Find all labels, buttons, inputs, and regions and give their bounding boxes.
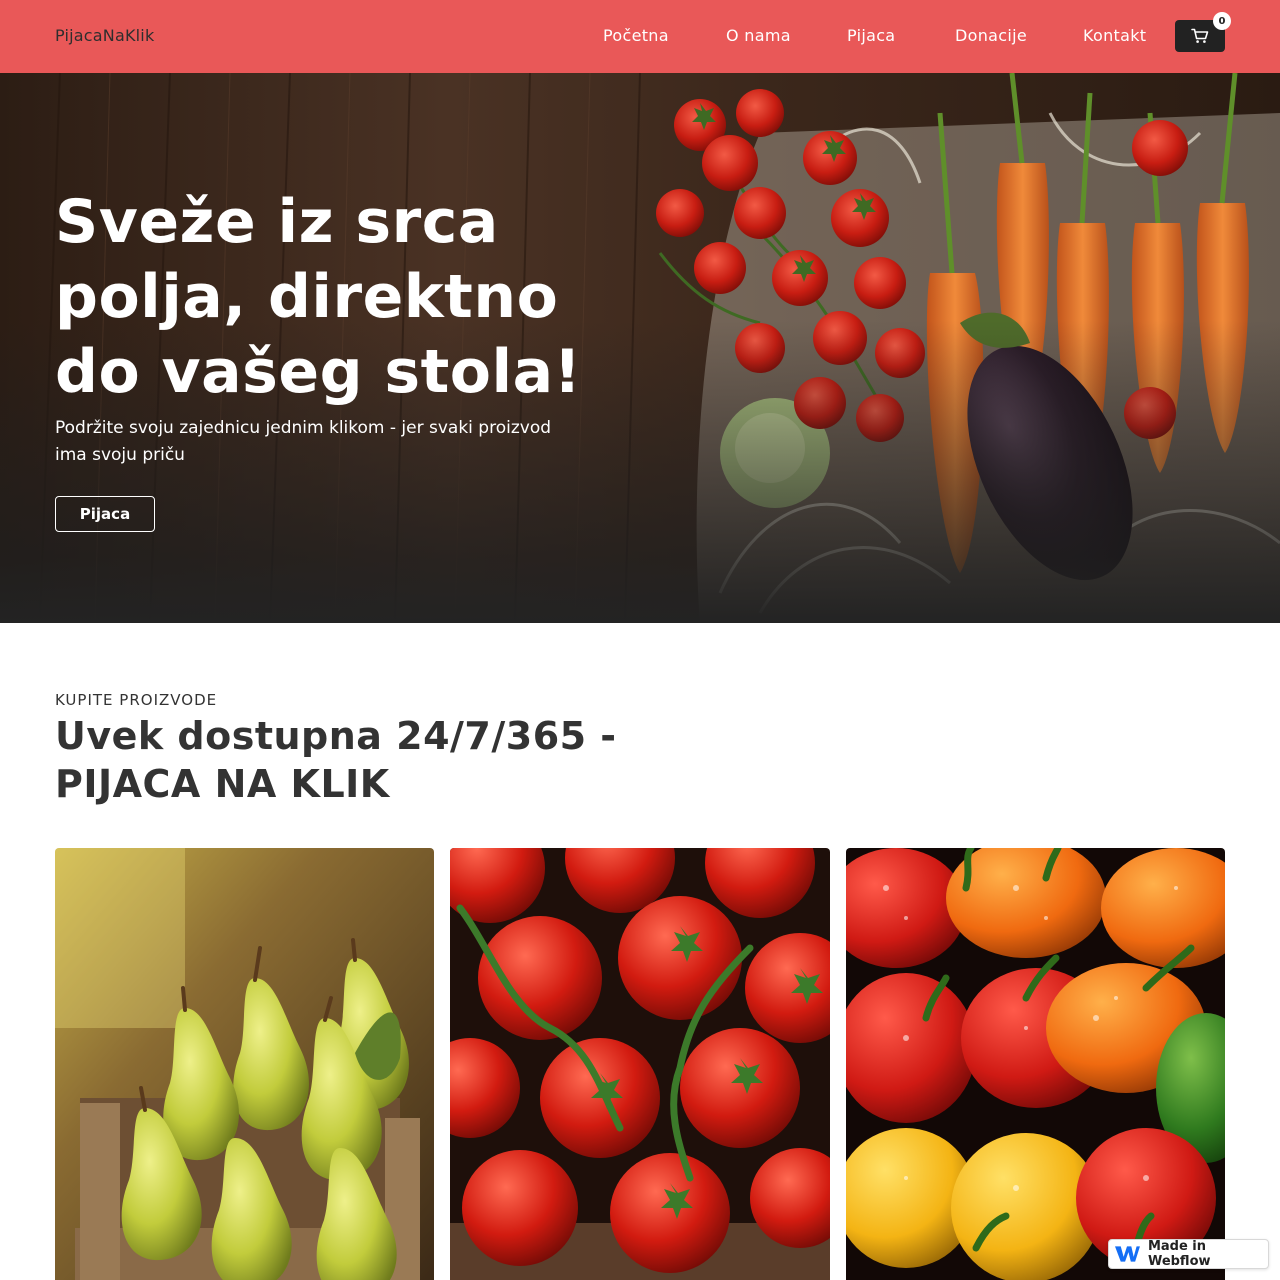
webflow-logo-icon [1115, 1246, 1140, 1262]
pears-image [55, 848, 434, 1280]
made-in-webflow-badge[interactable]: Made in Webflow [1108, 1239, 1269, 1269]
hero-subtitle-line: ima svoju priču [55, 445, 185, 465]
product-card-tomatoes[interactable] [450, 848, 830, 1280]
hero-title-line: do vašeg stola! [55, 337, 582, 407]
hero-subtitle: Podržite svoju zajednicu jednim klikom -… [55, 415, 575, 469]
hero-title-line: polja, direktno [55, 262, 559, 332]
navbar: PijacaNaKlik Početna O nama Pijaca Donac… [0, 0, 1280, 73]
section-eyebrow: KUPITE PROIZVODE [55, 691, 218, 709]
nav-link-pijaca[interactable]: Pijaca [847, 26, 895, 45]
product-card-peppers[interactable] [846, 848, 1225, 1280]
product-card-pears[interactable] [55, 848, 434, 1280]
section-title-line: Uvek dostupna 24/7/365 - [55, 714, 617, 758]
cart-icon [1191, 28, 1209, 43]
hero-section: Sveže iz srca polja, direktno do vašeg s… [0, 73, 1280, 623]
section-title-line: PIJACA NA KLIK [55, 762, 390, 806]
nav-link-o-nama[interactable]: O nama [726, 26, 791, 45]
nav-link-kontakt[interactable]: Kontakt [1083, 26, 1146, 45]
peppers-image [846, 848, 1225, 1280]
hero-title-line: Sveže iz srca [55, 187, 499, 257]
hero-title: Sveže iz srca polja, direktno do vašeg s… [55, 185, 615, 410]
badge-label: Made in Webflow [1147, 1239, 1211, 1269]
nav-link-donacije[interactable]: Donacije [955, 26, 1027, 45]
pijaca-button[interactable]: Pijaca [55, 496, 155, 532]
section-title: Uvek dostupna 24/7/365 - PIJACA NA KLIK [55, 712, 675, 808]
tomatoes-image [450, 848, 830, 1280]
hero-subtitle-line: Podržite svoju zajednicu jednim klikom -… [55, 418, 552, 438]
nav-link-pocetna[interactable]: Početna [603, 26, 669, 45]
brand-logo[interactable]: PijacaNaKlik [55, 26, 154, 45]
cart-count-badge: 0 [1213, 12, 1231, 30]
